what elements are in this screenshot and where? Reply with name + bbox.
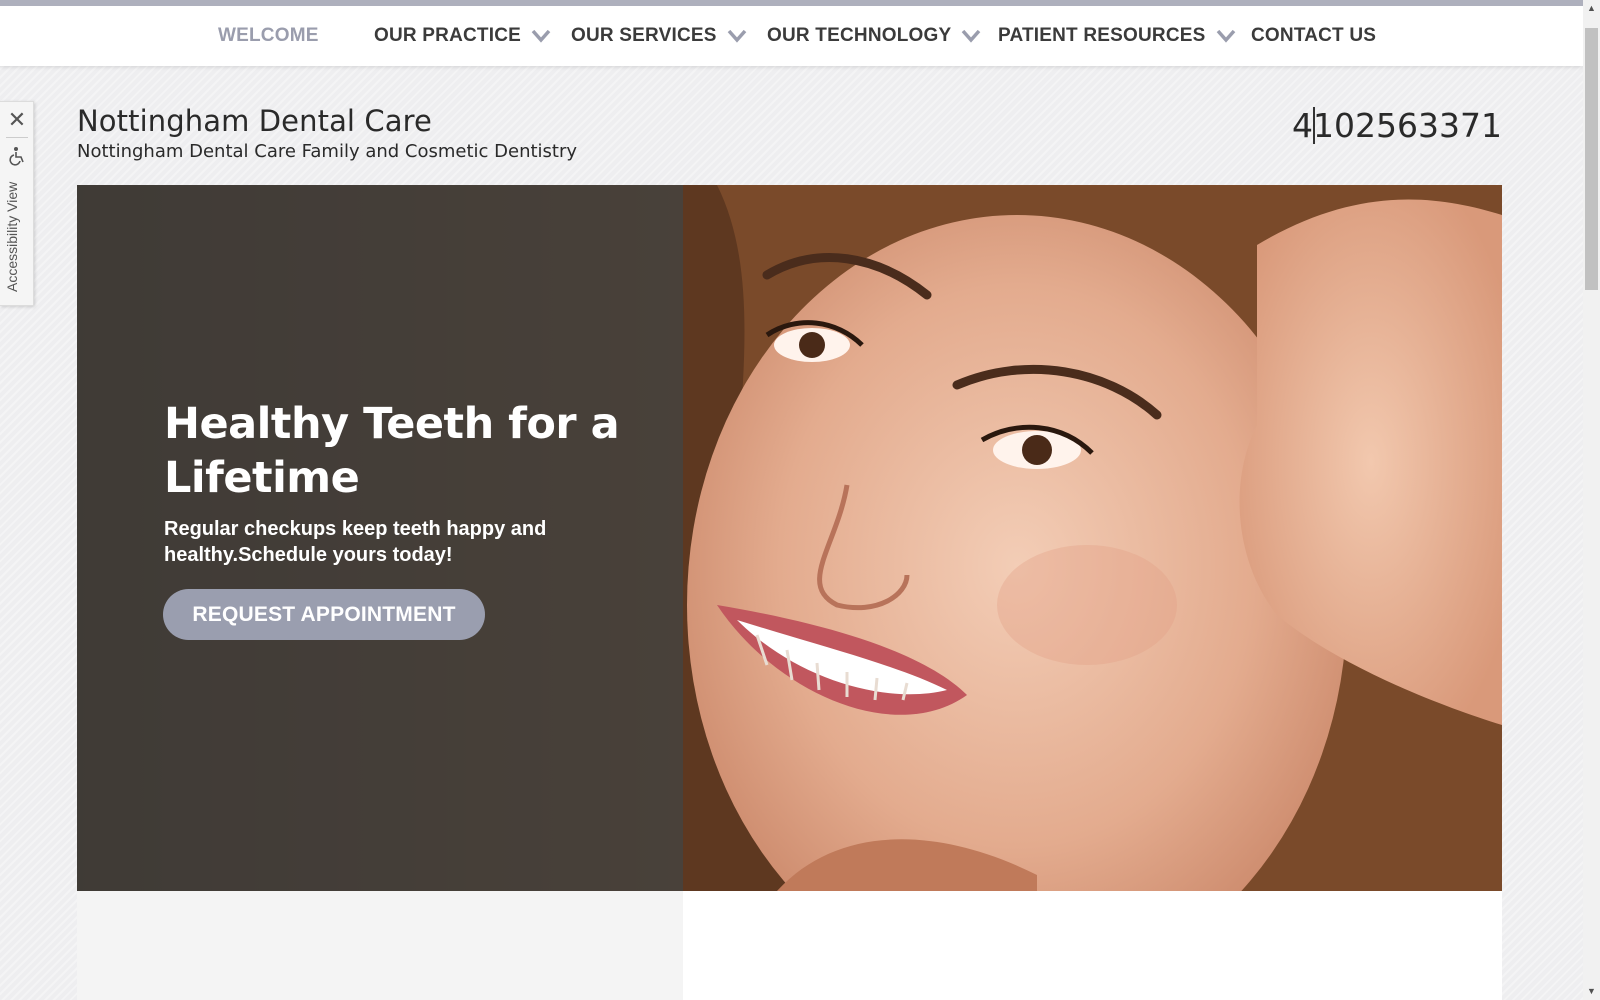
wheelchair-icon	[8, 146, 26, 166]
close-icon[interactable]: ✕	[7, 109, 27, 131]
scroll-up-arrow-icon[interactable]: ▲	[1583, 0, 1600, 17]
hero-text: Regular checkups keep teeth happy and he…	[164, 518, 547, 566]
scroll-down-arrow-icon[interactable]: ▼	[1583, 983, 1600, 1000]
phone-number[interactable]: 4102563371	[1292, 106, 1502, 145]
top-navigation-bar: WELCOME OUR PRACTICE OUR SERVICES OUR TE…	[0, 0, 1583, 66]
nav-patient-resources-label: PATIENT RESOURCES	[998, 25, 1206, 46]
nav-contact-us-label: CONTACT US	[1251, 25, 1377, 46]
chevron-down-icon	[531, 29, 551, 43]
nav-our-services[interactable]: OUR SERVICES	[571, 6, 747, 66]
nav-welcome[interactable]: WELCOME	[218, 6, 319, 66]
site-subtitle: Nottingham Dental Care Family and Cosmet…	[77, 141, 578, 162]
nav-our-practice[interactable]: OUR PRACTICE	[374, 6, 551, 66]
nav-patient-resources[interactable]: PATIENT RESOURCES	[998, 6, 1236, 66]
page-scrollbar[interactable]: ▲ ▼	[1583, 0, 1600, 1000]
nav-our-practice-label: OUR PRACTICE	[374, 25, 522, 46]
accessibility-view-label: Accessibility View	[4, 181, 20, 292]
accessibility-view-tab[interactable]: ✕ Accessibility View	[0, 101, 34, 306]
hero-banner: Healthy Teeth for a Lifetime Regular che…	[77, 185, 1502, 891]
chevron-down-icon	[961, 29, 981, 43]
divider	[6, 137, 28, 138]
hero-heading: Healthy Teeth for a Lifetime	[164, 399, 620, 503]
chevron-down-icon	[1216, 29, 1236, 43]
request-appointment-button[interactable]: REQUEST APPOINTMENT	[163, 589, 485, 640]
scrollbar-thumb[interactable]	[1585, 28, 1598, 290]
main-nav: WELCOME OUR PRACTICE OUR SERVICES OUR TE…	[0, 6, 1583, 66]
nav-our-technology-label: OUR TECHNOLOGY	[767, 25, 952, 46]
content-panel-left	[77, 891, 683, 1000]
content-panel-right	[683, 891, 1502, 1000]
nav-our-services-label: OUR SERVICES	[571, 25, 717, 46]
site-title[interactable]: Nottingham Dental Care	[77, 104, 432, 138]
nav-contact-us[interactable]: CONTACT US	[1251, 6, 1376, 66]
nav-welcome-label: WELCOME	[218, 25, 319, 46]
chevron-down-icon	[727, 29, 747, 43]
nav-our-technology[interactable]: OUR TECHNOLOGY	[767, 6, 981, 66]
